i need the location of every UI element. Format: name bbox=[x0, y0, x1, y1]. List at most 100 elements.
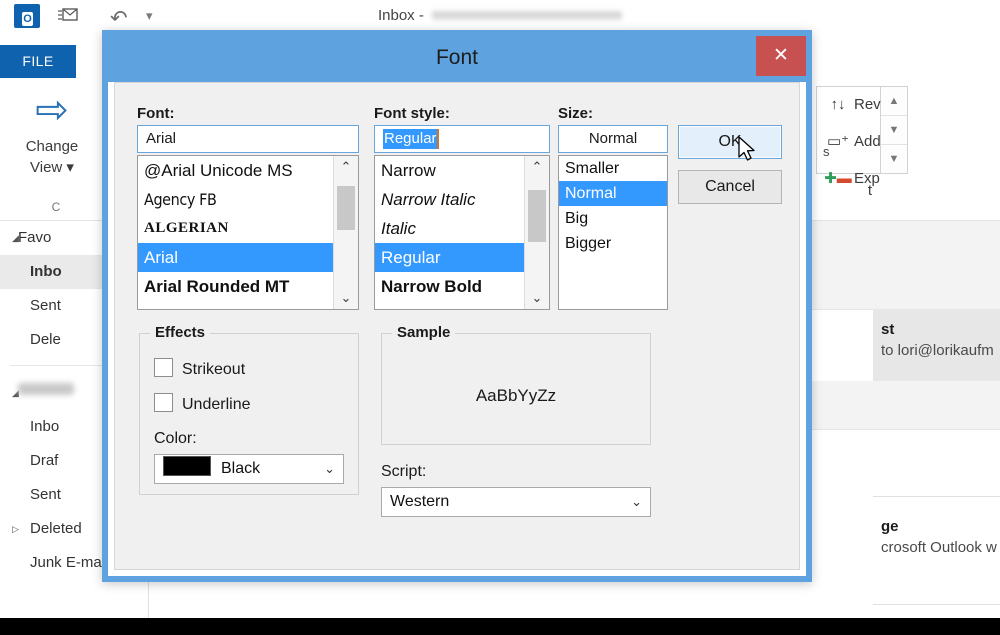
effects-title: Effects bbox=[150, 324, 211, 341]
font-input[interactable]: Arial bbox=[137, 125, 359, 153]
message-preview: crosoft Outlook w bbox=[881, 539, 997, 556]
size-input[interactable]: Normal bbox=[558, 125, 668, 153]
effects-groupbox: Effects Strikeout Underline Color: Black… bbox=[139, 324, 359, 495]
list-item[interactable]: Narrow Italic bbox=[375, 185, 524, 214]
sample-text: AaBbYyZz bbox=[475, 386, 557, 405]
list-item[interactable]: Agency FB bbox=[138, 185, 333, 214]
sidebar-item-label: Draf bbox=[30, 452, 59, 469]
list-item[interactable]: ge crosoft Outlook w bbox=[873, 506, 1000, 590]
dialog-body: Font: Arial @Arial Unicode MS Agency FB … bbox=[114, 82, 800, 570]
sidebar-item-label: Junk E-mail bbox=[30, 554, 109, 571]
script-label: Script: bbox=[381, 463, 427, 480]
sidebar-item-label: Sent bbox=[30, 486, 61, 503]
ribbon-group-label: C bbox=[51, 200, 61, 214]
file-tab[interactable]: FILE bbox=[0, 45, 76, 78]
screen-bottom-bar bbox=[0, 618, 1000, 635]
message-subject: ge bbox=[881, 518, 899, 535]
outlook-titlebar: O ↶ ▾ Inbox - bbox=[0, 0, 1000, 33]
sidebar-item-label: Inbo bbox=[30, 263, 62, 280]
ribbon-right-commands: ↑↓ Rev ▭⁺ Add ✚▬ Exp bbox=[820, 86, 1000, 197]
chevron-down-icon[interactable]: ⌄ bbox=[324, 455, 335, 483]
ribbon-add-columns-label: Add bbox=[854, 133, 881, 150]
message-subject: st bbox=[881, 321, 895, 338]
font-list-scrollbar[interactable]: ⌃ ⌄ bbox=[333, 156, 358, 309]
message-separator bbox=[873, 604, 1000, 605]
sample-groupbox: Sample AaBbYyZz bbox=[381, 324, 651, 445]
font-style-input-value: Regular bbox=[383, 129, 439, 149]
ribbon-reverse-sort-label: Rev bbox=[854, 96, 881, 113]
font-style-listbox[interactable]: Narrow Narrow Italic Italic Regular Narr… bbox=[374, 155, 550, 310]
collapse-triangle-icon: ◢ bbox=[12, 233, 19, 243]
ribbon-loose-text: t bbox=[867, 182, 872, 199]
scrollbar-thumb[interactable] bbox=[528, 190, 546, 242]
change-view-label-1: Change bbox=[25, 138, 79, 155]
font-label: Font: bbox=[137, 105, 175, 122]
sidebar-item-label: Dele bbox=[30, 331, 61, 348]
sidebar-item-label: Sent bbox=[30, 297, 61, 314]
font-style-list-scrollbar[interactable]: ⌃ ⌄ bbox=[524, 156, 549, 309]
close-icon[interactable]: ✕ bbox=[756, 36, 806, 76]
list-item[interactable]: ALGERIAN bbox=[138, 214, 333, 243]
strikeout-label: Strikeout bbox=[182, 361, 246, 378]
ribbon-reverse-sort[interactable]: ↑↓ Rev bbox=[820, 86, 1000, 123]
checkbox-box[interactable] bbox=[154, 358, 173, 377]
checkbox-box[interactable] bbox=[154, 393, 173, 412]
ok-button[interactable]: OK bbox=[678, 125, 782, 159]
list-item[interactable]: Arial Rounded MT bbox=[138, 272, 333, 301]
font-style-input[interactable]: Regular bbox=[374, 125, 550, 153]
chevron-down-icon[interactable]: ⌄ bbox=[631, 488, 642, 516]
font-listbox[interactable]: @Arial Unicode MS Agency FB ALGERIAN Ari… bbox=[137, 155, 359, 310]
list-item-selected[interactable]: Regular bbox=[375, 243, 524, 272]
size-listbox[interactable]: Smaller Normal Big Bigger bbox=[558, 155, 668, 310]
scroll-up-icon[interactable]: ⌃ bbox=[334, 156, 358, 178]
list-item[interactable]: Bigger bbox=[559, 231, 667, 256]
list-item[interactable]: @Arial Unicode MS bbox=[138, 156, 333, 185]
change-view-button[interactable]: ⇨ Change View ▾ bbox=[6, 88, 98, 178]
ribbon-add-columns[interactable]: ▭⁺ Add bbox=[820, 123, 1000, 160]
sort-arrows-icon: ↑↓ bbox=[830, 96, 846, 113]
list-item[interactable]: Narrow Bold bbox=[375, 272, 524, 301]
change-view-label-2: View ▾ bbox=[30, 159, 74, 176]
expand-triangle-icon: ▷ bbox=[12, 524, 19, 534]
color-swatch bbox=[163, 456, 211, 476]
message-separator bbox=[873, 496, 1000, 497]
window-title: Inbox - bbox=[0, 7, 1000, 24]
window-title-redacted bbox=[432, 9, 623, 22]
font-style-label: Font style: bbox=[374, 105, 450, 122]
expand-collapse-icon: ✚▬ bbox=[824, 170, 852, 187]
sidebar-item-label: Inbo bbox=[30, 418, 60, 435]
strikeout-checkbox[interactable]: Strikeout bbox=[154, 358, 245, 381]
ribbon-expand-collapse[interactable]: ✚▬ Exp bbox=[820, 160, 1000, 197]
scroll-up-icon[interactable]: ⌃ bbox=[525, 156, 549, 178]
message-preview: to lori@lorikaufm bbox=[881, 342, 994, 359]
list-item[interactable]: Italic bbox=[375, 214, 524, 243]
sidebar-favorites-label: Favo bbox=[18, 229, 52, 246]
list-item-selected[interactable]: Arial bbox=[138, 243, 333, 272]
underline-label: Underline bbox=[182, 396, 251, 413]
screenshot-root: O ↶ ▾ Inbox - FILE ⇨ Change View ▾ C s ▲… bbox=[0, 0, 1000, 635]
scroll-down-icon[interactable]: ⌄ bbox=[334, 287, 358, 309]
font-dialog: Font ✕ Font: Arial @Arial Unicode MS Age… bbox=[102, 30, 812, 582]
color-label: Color: bbox=[154, 428, 197, 450]
scroll-down-icon[interactable]: ⌄ bbox=[525, 287, 549, 309]
change-view-icon: ⇨ bbox=[35, 88, 69, 132]
underline-checkbox[interactable]: Underline bbox=[154, 393, 250, 416]
size-label: Size: bbox=[558, 105, 594, 122]
script-select[interactable]: Western ⌄ bbox=[381, 487, 651, 517]
dialog-titlebar[interactable]: Font ✕ bbox=[108, 36, 806, 82]
color-value: Black bbox=[221, 460, 261, 477]
list-item[interactable]: Big bbox=[559, 206, 667, 231]
sample-title: Sample bbox=[392, 324, 456, 341]
list-item[interactable]: Narrow bbox=[375, 156, 524, 185]
scrollbar-thumb[interactable] bbox=[337, 186, 355, 230]
color-select[interactable]: Black ⌄ bbox=[154, 454, 344, 484]
list-item[interactable]: Smaller bbox=[559, 156, 667, 181]
script-value: Western bbox=[390, 493, 450, 510]
sidebar-item-label: Deleted bbox=[30, 520, 82, 537]
cancel-button[interactable]: Cancel bbox=[678, 170, 782, 204]
dialog-title: Font bbox=[435, 46, 479, 69]
window-title-text: Inbox - bbox=[377, 7, 429, 24]
list-item-selected[interactable]: Normal bbox=[559, 181, 667, 206]
color-label-text: Color: bbox=[154, 430, 197, 447]
add-columns-icon: ▭⁺ bbox=[826, 133, 850, 150]
